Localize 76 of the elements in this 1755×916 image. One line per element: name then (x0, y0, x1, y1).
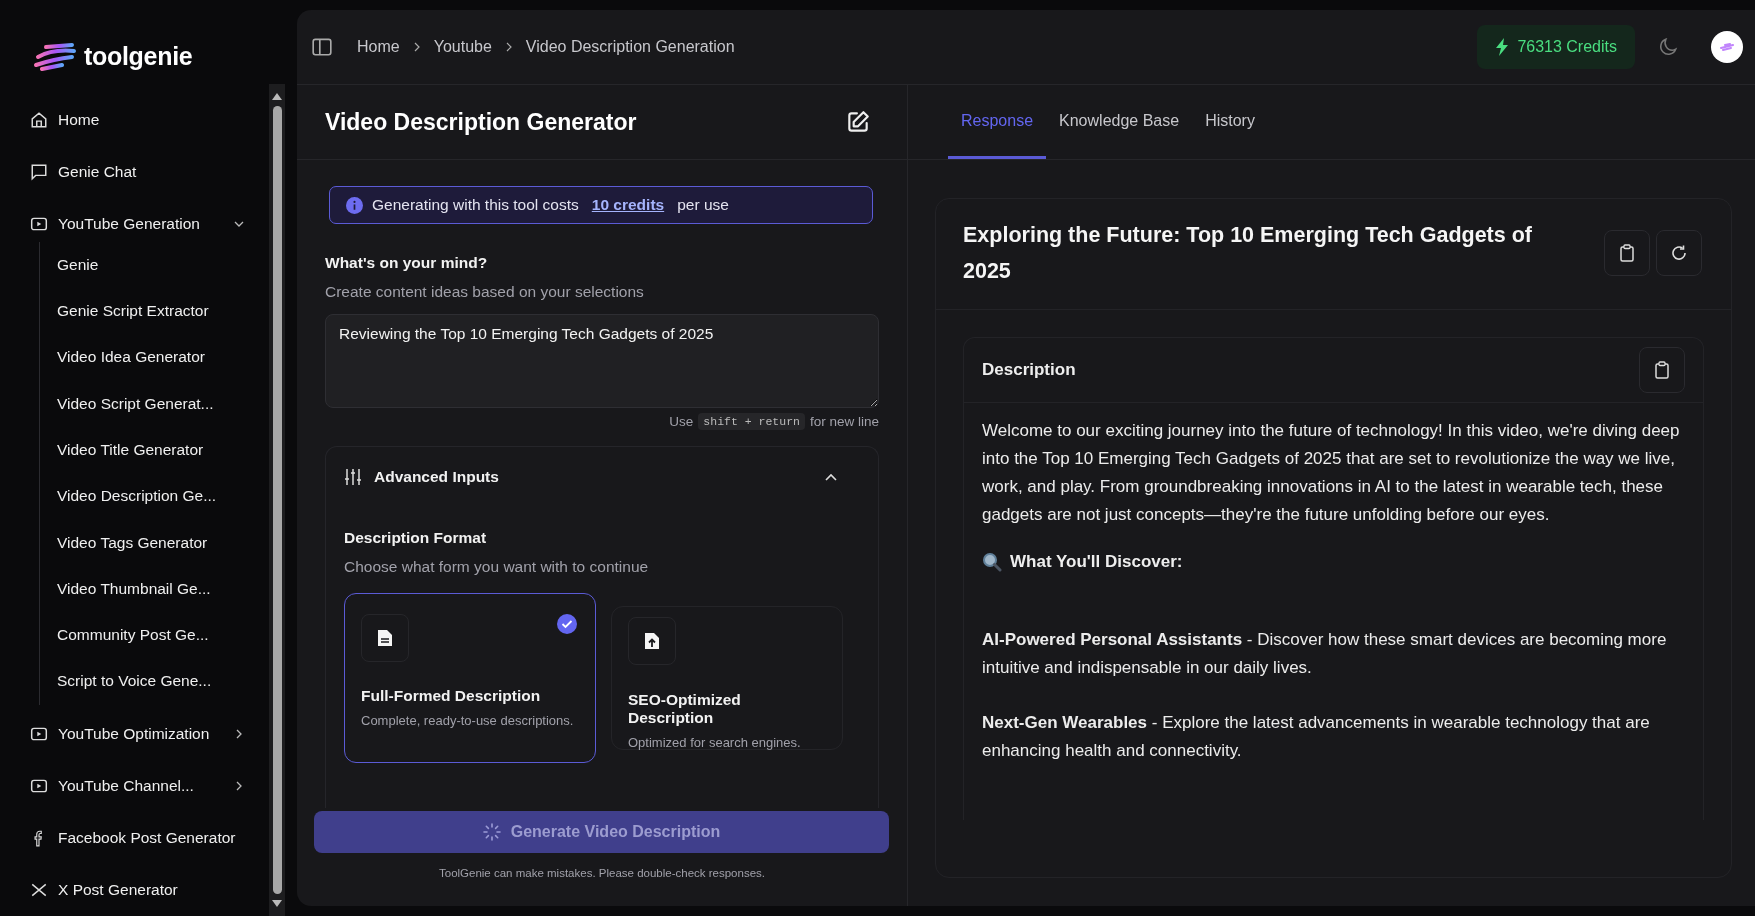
scrollbar[interactable] (269, 84, 285, 916)
nav-item[interactable]: Facebook Post Generator (30, 812, 269, 865)
option-description: Complete, ready-to-use descriptions. (361, 712, 575, 730)
credits-link[interactable]: 10 credits (591, 196, 665, 214)
copy-button[interactable] (1639, 347, 1685, 393)
shortcut-hint: Use (669, 414, 694, 429)
scroll-up-icon (272, 92, 282, 100)
response-title: Exploring the Future: Top 10 Emerging Tech Gadgets of 2025 (963, 222, 1533, 285)
clipboard-icon (1619, 244, 1635, 262)
tab[interactable]: Response (948, 85, 1047, 159)
nav-item[interactable]: YouTube Channel... (30, 760, 269, 813)
sliders-icon (344, 469, 362, 485)
info-text: Generating with this tool costs (372, 196, 579, 214)
nav-subitem[interactable]: Community Post Ge... (57, 611, 269, 659)
nav-item[interactable]: X Post Generator (30, 864, 269, 916)
option-title: SEO-Optimized Description (628, 691, 742, 727)
nav-subitem[interactable]: Video Script Generat... (57, 380, 269, 427)
magnifier-icon (982, 552, 1002, 572)
field-label: What's on your mind? (325, 254, 489, 272)
tool-title: Video Description Generator (325, 108, 637, 136)
document-icon (377, 629, 393, 647)
refresh-icon (1670, 244, 1688, 262)
field-hint: Choose what form you want with to continue (344, 558, 650, 576)
shortcut-key: shift + return (698, 413, 805, 430)
avatar-logo-icon (1720, 42, 1734, 52)
format-option-card[interactable]: Full-Formed Description Complete, ready-to-use descriptions. (344, 593, 596, 763)
generate-button[interactable]: Generate Video Description (314, 811, 889, 853)
breadcrumb-link[interactable]: Video Description Generation (525, 38, 735, 56)
nav-subitem[interactable]: Video Title Generator (57, 426, 269, 474)
nav-subitem[interactable]: Video Idea Generator (57, 334, 269, 381)
credits-badge[interactable]: 76313 Credits (1477, 25, 1635, 69)
sidebar-toggle-icon[interactable] (311, 36, 333, 58)
prompt-input[interactable]: Reviewing the Top 10 Emerging Tech Gadgets of 2025 (325, 314, 879, 408)
nav-item[interactable]: Home (30, 94, 269, 146)
moon-icon[interactable] (1657, 36, 1679, 58)
edit-icon[interactable] (845, 109, 871, 135)
tab[interactable]: Knowledge Base (1046, 85, 1193, 159)
info-icon (346, 196, 363, 214)
content-paragraph: AI-Powered Personal Assistants - Discover how these smart devices are becoming more intuitive and indispensable in our daily lives. (982, 629, 1668, 679)
field-hint: Create content ideas based on your selections (325, 283, 645, 301)
content-paragraph: Welcome to our exciting journey into the future of technology! In this video, we're diving deep into the Top 10 Emerging Tech Gadgets of 2025 that are set to revolutionize the way we live, work, and play. From groundbreaking innovations in AI to the latest in wearable tech, these gadgets are not just concepts—they're the future unfolding before our eyes. (982, 420, 1681, 526)
nav-subitem[interactable]: Video Thumbnail Ge... (57, 565, 269, 612)
nav-subitem[interactable]: Video Description Ge... (57, 473, 269, 520)
section-title[interactable]: Advanced Inputs (374, 468, 812, 486)
nav-item[interactable]: Genie Chat (30, 145, 269, 198)
format-option-card[interactable]: SEO-Optimized Description Optimized for search engines. (611, 606, 843, 750)
nav-item[interactable]: YouTube Optimization (30, 708, 269, 761)
regenerate-button[interactable] (1656, 230, 1702, 276)
avatar[interactable] (1711, 31, 1743, 63)
home-icon (30, 110, 48, 129)
lightning-icon (1495, 38, 1510, 56)
scroll-down-icon (272, 900, 282, 908)
nav-subitem[interactable]: Script to Voice Gene... (57, 658, 269, 705)
breadcrumb-link[interactable]: Home (357, 38, 400, 56)
tab[interactable]: History (1192, 85, 1268, 159)
section-title: Description (982, 360, 1076, 380)
logo-icon (32, 41, 78, 71)
chevron-up-icon[interactable] (824, 472, 838, 482)
nav-subitem[interactable]: Video Tags Generator (57, 519, 269, 566)
info-text: per use (677, 196, 729, 214)
chat-icon (30, 162, 48, 181)
file-upload-icon (644, 632, 660, 650)
logo-text: toolgenie (84, 41, 193, 71)
shortcut-hint: for new line (809, 414, 879, 429)
option-title: Full-Formed Description (361, 687, 542, 705)
content-paragraph: Next-Gen Wearables - Explore the latest advancements in wearable technology that are enhancing health and connectivity. (982, 712, 1651, 762)
breadcrumb-link[interactable]: Youtube (433, 38, 492, 56)
check-icon (557, 614, 577, 634)
option-description: Optimized for search engines. (628, 734, 802, 752)
nav-subitem[interactable]: Genie Script Extractor (57, 287, 269, 335)
spinner-icon (482, 823, 501, 841)
content-heading: What You'll Discover: (1010, 552, 1183, 572)
disclaimer: ToolGenie can make mistakes. Please double-check responses. (438, 867, 766, 879)
field-label: Description Format (344, 529, 488, 547)
clipboard-icon (1654, 361, 1670, 379)
copy-button[interactable] (1604, 230, 1650, 276)
